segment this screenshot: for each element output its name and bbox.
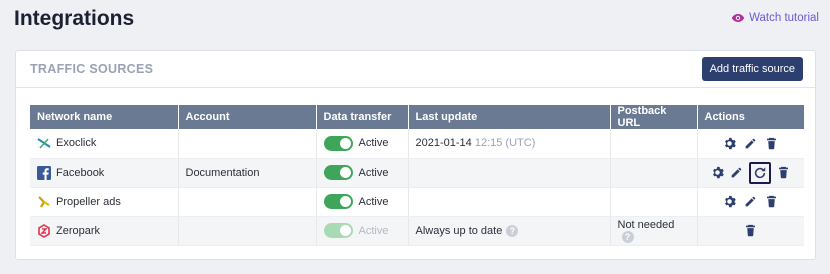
network-name-cell: Exoclick	[30, 129, 179, 159]
data-transfer-label: Active	[358, 224, 389, 237]
table-row: Facebook Documentation Active	[30, 158, 804, 188]
column-header-account: Account	[178, 105, 317, 129]
refresh-button[interactable]	[749, 161, 772, 184]
traffic-sources-panel: TRAFFIC SOURCES Add traffic source Netwo…	[15, 50, 816, 260]
page-title: Integrations	[14, 7, 135, 30]
facebook-logo-icon	[37, 165, 51, 180]
watch-tutorial-link[interactable]: Watch tutorial	[731, 12, 819, 24]
last-update-cell	[408, 158, 611, 188]
postback-text: Not needed	[617, 218, 675, 231]
network-name: Zeropark	[56, 224, 101, 237]
refresh-icon	[755, 166, 766, 178]
help-icon[interactable]: ?	[621, 230, 634, 243]
data-transfer-label: Active	[358, 195, 389, 208]
network-name: Exoclick	[56, 137, 97, 150]
network-name-cell: Facebook	[30, 158, 179, 188]
panel-header: TRAFFIC SOURCES Add traffic source	[16, 51, 815, 88]
account-cell	[178, 129, 317, 159]
edit-pencil-icon[interactable]	[730, 166, 743, 179]
eye-icon	[731, 14, 745, 22]
column-header-data-transfer: Data transfer	[316, 105, 409, 129]
column-header-network-name: Network name	[30, 105, 179, 129]
actions-cell	[697, 216, 804, 246]
panel-title: TRAFFIC SOURCES	[30, 62, 154, 76]
column-header-postback-url: Postback URL	[610, 105, 698, 129]
traffic-sources-table: Network name Account Data transfer Last …	[30, 105, 804, 246]
postback-url-cell	[610, 187, 698, 217]
data-transfer-cell: Active	[316, 158, 409, 188]
last-update-cell	[408, 187, 611, 217]
data-transfer-toggle[interactable]	[323, 165, 353, 180]
settings-gear-icon[interactable]	[723, 195, 737, 208]
account-cell	[178, 187, 317, 217]
actions-cell	[697, 129, 804, 159]
network-name-cell: Zeropark	[30, 216, 179, 246]
account-cell	[178, 216, 317, 246]
table-row: Zeropark Active Always up to date? Not n…	[30, 216, 804, 246]
delete-trash-icon[interactable]	[777, 166, 790, 179]
table-row: Propeller ads Active	[30, 187, 804, 217]
column-header-actions: Actions	[697, 105, 804, 129]
table-row: Exoclick Active 2021-01-14 12:15 (UTC)	[30, 129, 804, 159]
data-transfer-cell: Active	[316, 187, 409, 217]
postback-url-cell: Not needed?	[610, 216, 698, 246]
help-icon[interactable]: ?	[506, 224, 519, 237]
actions-cell	[697, 158, 804, 188]
account-cell: Documentation	[178, 158, 317, 188]
delete-trash-icon[interactable]	[765, 137, 778, 150]
last-update-text: Always up to date	[415, 224, 503, 237]
data-transfer-label: Active	[358, 137, 389, 150]
edit-pencil-icon[interactable]	[744, 195, 757, 208]
delete-trash-icon[interactable]	[765, 195, 778, 208]
exoclick-logo-icon	[37, 138, 51, 149]
data-transfer-toggle	[323, 223, 353, 238]
last-update-date: 2021-01-14	[415, 137, 472, 150]
network-name: Facebook	[56, 166, 105, 179]
settings-gear-icon[interactable]	[711, 166, 725, 179]
network-name-cell: Propeller ads	[30, 187, 179, 217]
last-update-cell: Always up to date?	[408, 216, 611, 246]
actions-cell	[697, 187, 804, 217]
zeropark-logo-icon	[38, 223, 50, 238]
data-transfer-cell: Active	[316, 129, 409, 159]
edit-pencil-icon[interactable]	[744, 137, 757, 150]
data-transfer-toggle[interactable]	[323, 135, 353, 151]
network-name: Propeller ads	[56, 195, 121, 208]
last-update-cell: 2021-01-14 12:15 (UTC)	[408, 129, 611, 159]
propeller-ads-logo-icon	[38, 195, 50, 208]
postback-url-cell	[610, 158, 698, 188]
settings-gear-icon[interactable]	[723, 137, 737, 150]
data-transfer-cell: Active	[316, 216, 409, 246]
data-transfer-label: Active	[358, 166, 389, 179]
data-transfer-toggle[interactable]	[323, 194, 353, 209]
column-header-last-update: Last update	[408, 105, 611, 129]
last-update-time: 12:15 (UTC)	[474, 137, 536, 150]
watch-tutorial-label: Watch tutorial	[749, 12, 819, 24]
add-traffic-source-button[interactable]: Add traffic source	[701, 57, 803, 81]
postback-url-cell	[610, 129, 698, 159]
delete-trash-icon[interactable]	[744, 224, 757, 237]
table-header-row: Network name Account Data transfer Last …	[30, 105, 804, 129]
